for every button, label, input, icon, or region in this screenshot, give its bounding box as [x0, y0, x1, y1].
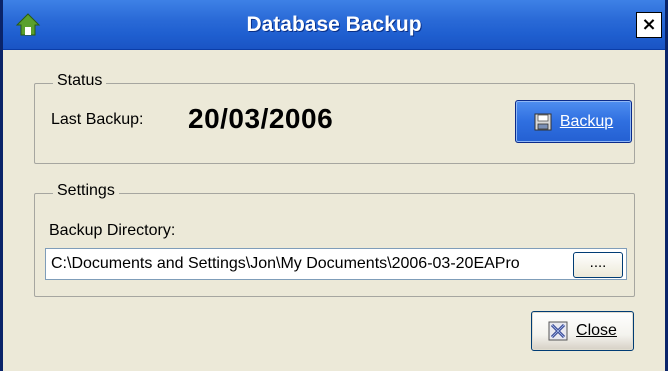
window-close-button[interactable]: × — [636, 12, 662, 38]
database-backup-window: Database Backup × Status Last Backup: 20… — [0, 0, 668, 371]
window-title: Database Backup — [246, 13, 422, 36]
last-backup-date: 20/03/2006 — [188, 103, 334, 134]
backup-button[interactable]: Backup — [515, 100, 632, 143]
status-legend: Status — [53, 72, 107, 90]
browse-button[interactable]: .... — [573, 252, 623, 278]
title-bar[interactable]: Database Backup × — [3, 0, 665, 50]
backup-button-label: Backup — [559, 112, 614, 130]
floppy-disk-icon — [534, 113, 552, 130]
last-backup-label: Last Backup: — [51, 111, 144, 128]
close-button[interactable]: Close — [531, 311, 634, 351]
close-button-label: Close — [576, 322, 617, 339]
backup-directory-value[interactable]: C:\Documents and Settings\Jon\My Documen… — [51, 249, 591, 279]
status-group: Status Last Backup: 20/03/2006 Backup — [34, 72, 635, 164]
settings-group: Settings Backup Directory: C:\Documents … — [34, 182, 635, 297]
backup-directory-label: Backup Directory: — [49, 222, 176, 239]
close-x-icon — [548, 321, 568, 341]
settings-legend: Settings — [53, 182, 119, 200]
backup-directory-field[interactable]: C:\Documents and Settings\Jon\My Documen… — [45, 248, 627, 280]
